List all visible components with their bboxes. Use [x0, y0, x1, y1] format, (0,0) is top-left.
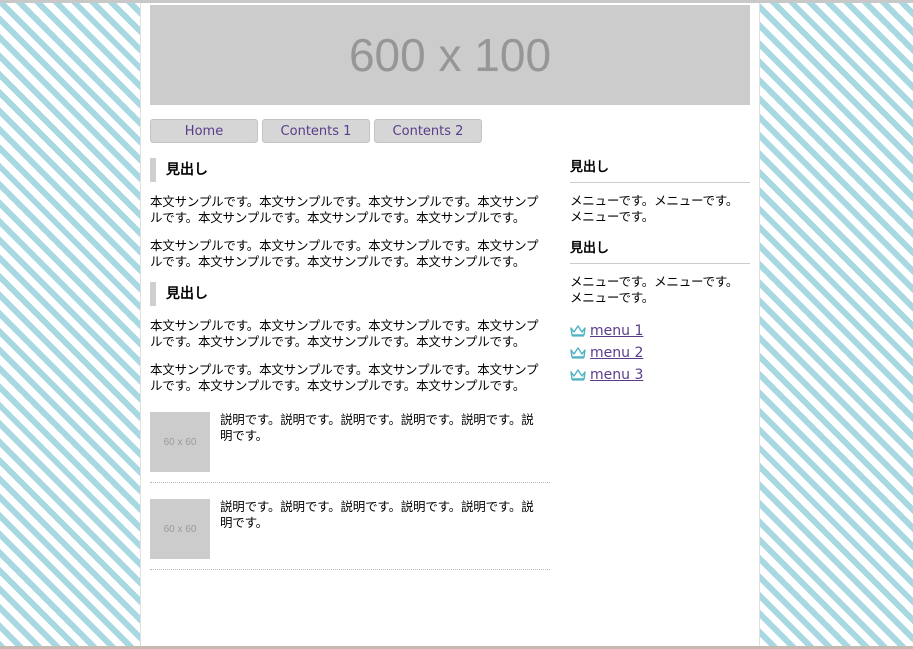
- thumbnail-image: 60 x 60: [150, 499, 210, 559]
- nav-contents-2[interactable]: Contents 2: [374, 119, 482, 143]
- thumbnail-image: 60 x 60: [150, 412, 210, 472]
- thumbnail-item: 60 x 60 説明です。説明です。説明です。説明です。説明です。説明です。: [150, 406, 550, 483]
- header-banner-image: 600 x 100: [150, 5, 750, 105]
- section-heading: 見出し: [150, 282, 550, 306]
- crown-icon: [570, 325, 586, 337]
- sidebar-menu: menu 1 menu 2 menu 3: [570, 320, 750, 386]
- menu-link-2[interactable]: menu 2: [590, 345, 643, 361]
- main-content: 見出し 本文サンプルです。本文サンプルです。本文サンプルです。本文サンプルです。…: [150, 158, 550, 580]
- sidebar-heading: 見出し: [570, 239, 750, 264]
- sidebar-menu-item: menu 2: [570, 342, 750, 364]
- banner-text: 600 x 100: [348, 29, 552, 81]
- section-heading: 見出し: [150, 158, 550, 182]
- thumbnail-description: 説明です。説明です。説明です。説明です。説明です。説明です。: [220, 412, 534, 443]
- body-paragraph: 本文サンプルです。本文サンプルです。本文サンプルです。本文サンプルです。本文サン…: [150, 318, 539, 349]
- global-nav: Home Contents 1 Contents 2: [150, 119, 486, 143]
- sidebar-text: メニューです。メニューです。メニューです。: [570, 274, 739, 305]
- nav-home[interactable]: Home: [150, 119, 258, 143]
- body-paragraph: 本文サンプルです。本文サンプルです。本文サンプルです。本文サンプルです。本文サン…: [150, 362, 539, 393]
- menu-link-1[interactable]: menu 1: [590, 323, 643, 339]
- thumbnail-item: 60 x 60 説明です。説明です。説明です。説明です。説明です。説明です。: [150, 493, 550, 570]
- sidebar-menu-item: menu 1: [570, 320, 750, 342]
- thumbnail-description: 説明です。説明です。説明です。説明です。説明です。説明です。: [220, 499, 534, 530]
- menu-link-3[interactable]: menu 3: [590, 367, 643, 383]
- sidebar-heading: 見出し: [570, 158, 750, 183]
- sidebar-text: メニューです。メニューです。メニューです。: [570, 193, 739, 224]
- page-container: 600 x 100 Home Contents 1 Contents 2 見出し…: [140, 3, 760, 646]
- nav-contents-1[interactable]: Contents 1: [262, 119, 370, 143]
- sidebar: 見出し メニューです。メニューです。メニューです。 見出し メニューです。メニュ…: [570, 158, 750, 386]
- body-paragraph: 本文サンプルです。本文サンプルです。本文サンプルです。本文サンプルです。本文サン…: [150, 194, 539, 225]
- sidebar-menu-item: menu 3: [570, 364, 750, 386]
- crown-icon: [570, 369, 586, 381]
- body-paragraph: 本文サンプルです。本文サンプルです。本文サンプルです。本文サンプルです。本文サン…: [150, 238, 539, 269]
- crown-icon: [570, 347, 586, 359]
